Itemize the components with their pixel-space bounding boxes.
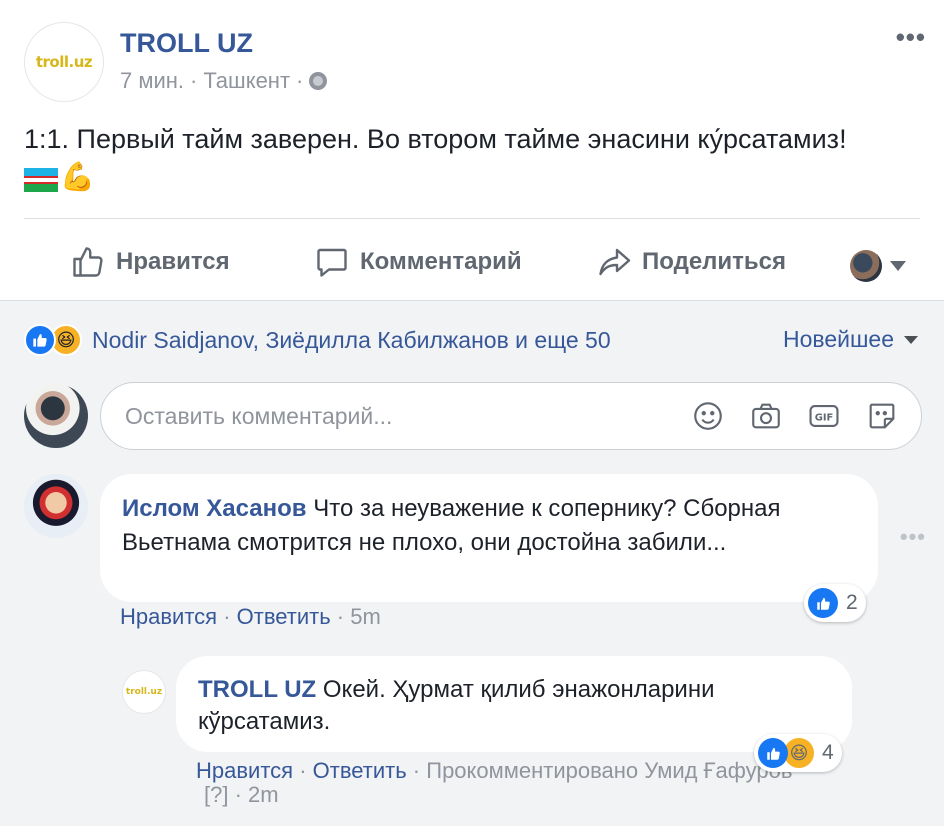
like-reaction-icon (24, 324, 56, 356)
gif-icon[interactable]: GIF (807, 399, 841, 433)
post-text: 1:1. Первый тайм заверен. Во втором тайм… (24, 124, 847, 154)
flexed-biceps-icon: 💪 (60, 161, 95, 192)
comment-label: Комментарий (360, 248, 522, 275)
post-location[interactable]: Ташкент (203, 68, 290, 94)
reply-like-link[interactable]: Нравится (196, 758, 293, 783)
sticker-icon[interactable] (865, 399, 899, 433)
reply-meta-line2: [?] · 2m (204, 782, 279, 807)
reply-reaction-count[interactable]: 😆 4 (754, 734, 842, 772)
reply-bubble: TROLL UZ Окей. Ҳурмат қилиб энажонларини… (176, 656, 852, 752)
composer-tools: GIF (691, 399, 899, 433)
commenter-avatar[interactable] (24, 474, 88, 538)
reply-author[interactable]: TROLL UZ (198, 676, 316, 703)
meta-separator: · (190, 68, 198, 93)
uzbekistan-flag-icon (24, 168, 58, 192)
like-reaction-icon (808, 588, 838, 618)
share-button[interactable]: Поделиться (596, 240, 786, 284)
commented-by[interactable]: Прокомментировано Умид Ғафуров (426, 758, 792, 783)
post-time[interactable]: 7 мин. (120, 68, 184, 94)
emoji-icon[interactable] (691, 399, 725, 433)
globe-icon[interactable] (309, 72, 328, 90)
like-button[interactable]: Нравится (70, 240, 230, 284)
comment-sort-dropdown[interactable]: Новейшее (783, 326, 918, 353)
reply-time[interactable]: 2m (248, 782, 279, 807)
caret-down-icon (890, 261, 906, 271)
like-reaction-icon (758, 738, 788, 768)
avatar-logo-text: troll.uz (35, 53, 93, 71)
sort-label: Новейшее (782, 326, 894, 352)
post-meta: 7 мин. · Ташкент · (120, 68, 328, 94)
reaction-count: 4 (822, 741, 834, 764)
comment-input[interactable] (125, 402, 685, 430)
meta-separator: · (296, 68, 304, 93)
more-options-icon[interactable]: ••• (896, 22, 926, 53)
haha-reaction-icon: 😆 (784, 738, 814, 768)
comment-author[interactable]: Ислом Хасанов (122, 495, 307, 522)
comment-button[interactable]: Комментарий (314, 240, 522, 284)
camera-icon[interactable] (749, 399, 783, 433)
reply-reply-link[interactable]: Ответить (313, 758, 407, 783)
comment-time[interactable]: 5m (350, 604, 381, 629)
comment-meta: Нравится · Ответить · 5m (120, 604, 381, 629)
comment-bubble-icon (317, 248, 347, 277)
comment-composer[interactable]: GIF (100, 382, 922, 450)
page-name[interactable]: TROLL UZ (120, 28, 253, 59)
account-avatar (850, 250, 882, 282)
post-card: troll.uz TROLL UZ 7 мин. · Ташкент · •••… (0, 0, 944, 300)
svg-text:GIF: GIF (815, 413, 834, 424)
like-label: Нравится (116, 248, 230, 275)
reply-author-avatar[interactable]: troll.uz (122, 670, 166, 714)
reactions-summary[interactable]: 😆 Nodir Saidjanov, Зиёдилла Кабилжанов и… (24, 324, 611, 356)
reply-flag[interactable]: [?] (204, 782, 228, 807)
reaction-count: 2 (846, 591, 858, 614)
comment-options-icon[interactable]: ••• (900, 524, 926, 550)
avatar-logo-text: troll.uz (125, 687, 163, 697)
divider (24, 218, 920, 219)
reactors-list[interactable]: Nodir Saidjanov, Зиёдилла Кабилжанов и е… (92, 327, 611, 354)
post-as-selector[interactable] (850, 244, 906, 288)
thumbs-up-icon (73, 247, 103, 277)
comment-reply-link[interactable]: Ответить (237, 604, 331, 629)
share-label: Поделиться (642, 248, 787, 275)
share-arrow-icon (599, 248, 631, 276)
comment-bubble: Ислом Хасанов Что за неуважение к соперн… (100, 474, 878, 602)
caret-down-icon (904, 335, 918, 344)
page-avatar[interactable]: troll.uz (24, 22, 104, 102)
current-user-avatar (24, 384, 88, 448)
comment-like-link[interactable]: Нравится (120, 604, 217, 629)
comment-reaction-count[interactable]: 2 (804, 584, 866, 622)
